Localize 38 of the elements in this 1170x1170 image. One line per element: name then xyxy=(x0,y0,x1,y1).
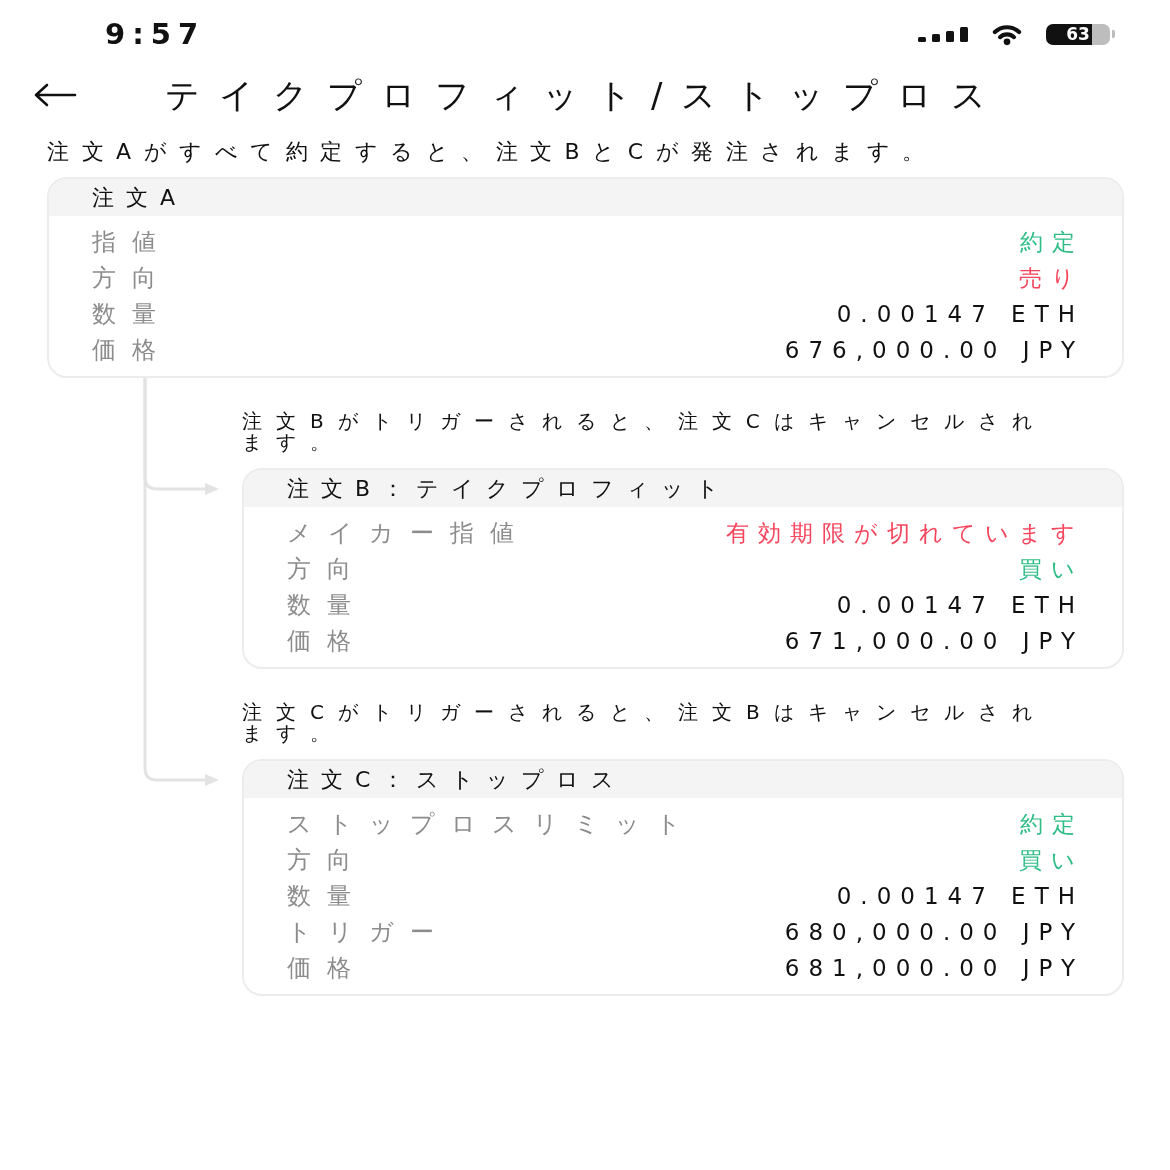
signal-icon xyxy=(918,26,968,42)
field-value: 676,000.00 JPY xyxy=(784,336,1084,365)
field-label: トリガー xyxy=(287,917,450,948)
field-label: 方向 xyxy=(287,554,367,585)
battery-indicator: 63 xyxy=(1046,23,1115,45)
field-label: 価格 xyxy=(92,335,172,366)
field-value: 681,000.00 JPY xyxy=(784,954,1084,983)
field-value: 約定 xyxy=(1020,228,1084,257)
condition-text: 注文Bがトリガーされると、注文Cはキャンセルされます。 xyxy=(242,411,1047,453)
field-value: 買い xyxy=(1019,846,1084,875)
back-button[interactable] xyxy=(33,83,77,107)
description-text: 注文Aがすべて約定すると、注文BとCが発注されます。 xyxy=(47,138,938,166)
field-label: 方向 xyxy=(287,845,367,876)
field-label: 指値 xyxy=(92,227,172,258)
field-label: 数量 xyxy=(92,299,172,330)
back-arrow-icon xyxy=(33,83,77,107)
field-value: 680,000.00 JPY xyxy=(784,918,1084,947)
card-header: 注文C：ストップロス xyxy=(244,761,1122,798)
card-header: 注文B：テイクプロフィット xyxy=(244,470,1122,507)
field-value: 買い xyxy=(1019,555,1084,584)
field-value: 売り xyxy=(1019,264,1084,293)
field-value: 有効期限が切れています xyxy=(726,519,1084,548)
field-label: ストップロスリミット xyxy=(287,809,697,840)
card-header: 注文A xyxy=(49,179,1122,216)
field-label: メイカー指値 xyxy=(287,518,530,549)
field-value: 0.00147 ETH xyxy=(836,300,1084,329)
field-label: 価格 xyxy=(287,626,367,657)
field-value: 0.00147 ETH xyxy=(836,882,1084,911)
field-value: 0.00147 ETH xyxy=(836,591,1084,620)
field-value: 約定 xyxy=(1020,810,1084,839)
field-label: 数量 xyxy=(287,881,367,912)
field-label: 数量 xyxy=(287,590,367,621)
status-time: 9:57 xyxy=(105,17,206,51)
field-value: 671,000.00 JPY xyxy=(784,627,1084,656)
page-title: テイクプロフィット/ストップロス xyxy=(165,74,1006,117)
field-label: 方向 xyxy=(92,263,172,294)
condition-text: 注文Cがトリガーされると、注文Bはキャンセルされます。 xyxy=(242,702,1047,744)
field-label: 価格 xyxy=(287,953,367,984)
